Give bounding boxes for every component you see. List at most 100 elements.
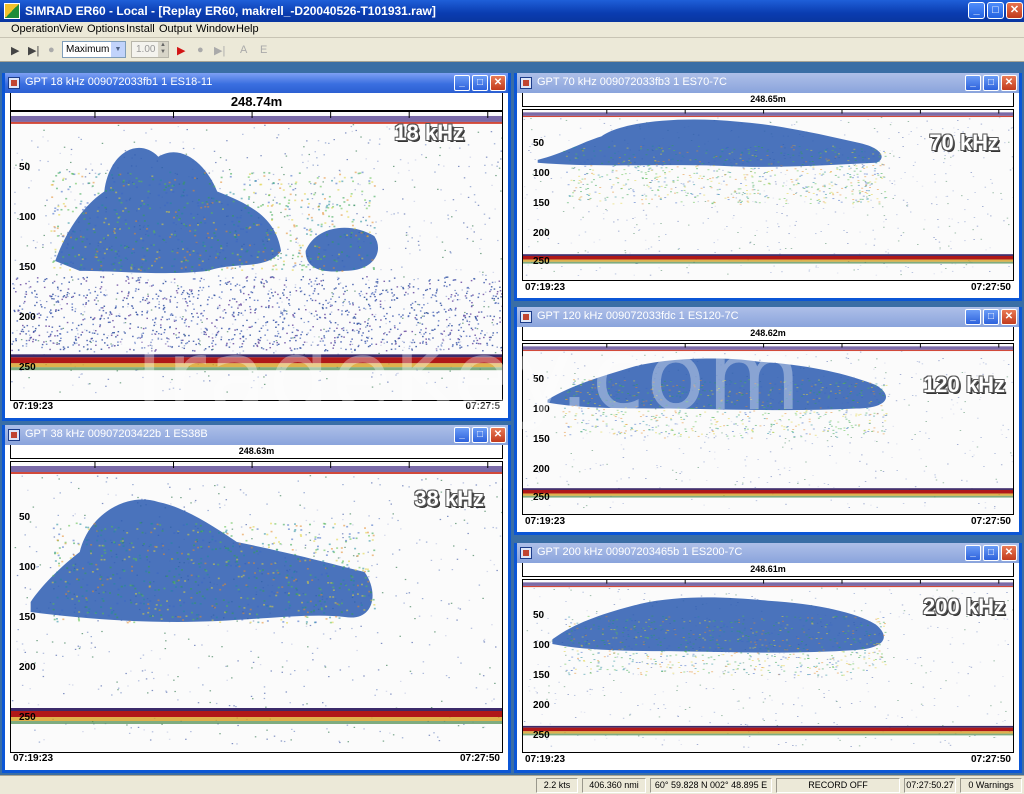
menu-bar: Operation View Options Install Output Wi… xyxy=(0,22,1024,38)
time-start: 07:19:23 xyxy=(525,282,566,293)
child-title-bar[interactable]: GPT 38 kHz 00907203422b 1 ES38B _ □ ✕ xyxy=(5,425,508,445)
menu-view[interactable]: View xyxy=(59,23,83,35)
depth-tick: 200 xyxy=(533,464,550,475)
echogram-window-icon xyxy=(8,429,20,441)
depth-tick: 100 xyxy=(19,212,36,223)
depth-tick: 250 xyxy=(533,492,550,503)
echogram-window-70khz[interactable]: GPT 70 kHz 009072033fb3 1 ES70-7C _ □ ✕ … xyxy=(514,73,1022,301)
depth-tick: 200 xyxy=(19,312,36,323)
echogram-window-icon xyxy=(8,77,20,89)
minimize-button[interactable]: _ xyxy=(454,75,470,91)
replay-step-spinner[interactable]: 1.00 ▲ ▼ xyxy=(131,41,169,58)
echogram-canvas[interactable]: 50 100 150 200 250 38 kHz xyxy=(10,461,503,753)
close-button[interactable]: ✕ xyxy=(1001,545,1017,561)
time-start: 07:19:23 xyxy=(525,516,566,527)
maximize-button[interactable]: □ xyxy=(983,545,999,561)
replay-speed-value: Maximum xyxy=(66,44,110,55)
echogram-window-38khz[interactable]: GPT 38 kHz 00907203422b 1 ES38B _ □ ✕ 24… xyxy=(2,425,511,773)
time-axis: 07:19:23 07:27:50 xyxy=(522,282,1014,296)
close-button[interactable]: ✕ xyxy=(1001,75,1017,91)
menu-options[interactable]: Options xyxy=(87,23,125,35)
range-display: 248.74m xyxy=(10,93,503,111)
depth-tick: 250 xyxy=(533,730,550,741)
record-play-icon[interactable]: ▶ xyxy=(177,44,185,57)
depth-tick: 150 xyxy=(533,670,550,681)
depth-tick: 100 xyxy=(19,562,36,573)
step-icon[interactable]: ▶| xyxy=(28,44,39,57)
app-title-bar[interactable]: SIMRAD ER60 - Local - [Replay ER60, makr… xyxy=(0,0,1024,22)
depth-tick: 150 xyxy=(533,198,550,209)
maximize-button[interactable]: □ xyxy=(472,75,488,91)
depth-tick: 50 xyxy=(19,512,31,523)
window-title: GPT 18 kHz 009072033fb1 1 ES18-11 xyxy=(25,76,213,88)
menu-window[interactable]: Window xyxy=(196,23,235,35)
echogram-canvas[interactable]: 50 100 150 200 250 200 kHz xyxy=(522,579,1014,753)
depth-tick: 150 xyxy=(19,262,36,273)
minimize-button[interactable]: _ xyxy=(454,427,470,443)
maximize-button[interactable]: □ xyxy=(983,75,999,91)
record-step-icon[interactable]: ▶| xyxy=(214,44,225,57)
depth-tick: 250 xyxy=(533,256,550,267)
echogram-window-120khz[interactable]: GPT 120 kHz 009072033fdc 1 ES120-7C _ □ … xyxy=(514,307,1022,535)
menu-help[interactable]: Help xyxy=(236,23,259,35)
time-start: 07:19:23 xyxy=(13,753,54,764)
spin-arrows-icon: ▲ ▼ xyxy=(158,42,168,57)
annotation-a-button[interactable]: A xyxy=(240,44,247,56)
menu-install[interactable]: Install xyxy=(126,23,155,35)
window-title: GPT 38 kHz 00907203422b 1 ES38B xyxy=(25,428,208,440)
maximize-button[interactable]: □ xyxy=(983,309,999,325)
menu-operation[interactable]: Operation xyxy=(11,23,59,35)
child-title-bar[interactable]: GPT 200 kHz 00907203465b 1 ES200-7C _ □ … xyxy=(517,543,1019,563)
time-end: 07:27:50 xyxy=(970,516,1011,527)
app-title: SIMRAD ER60 - Local - [Replay ER60, makr… xyxy=(25,4,436,18)
minimize-button[interactable]: _ xyxy=(965,309,981,325)
depth-tick: 150 xyxy=(533,434,550,445)
menu-output[interactable]: Output xyxy=(159,23,192,35)
minimize-button[interactable]: _ xyxy=(965,545,981,561)
status-warnings[interactable]: 0 Warnings xyxy=(960,778,1022,793)
toolbar: ▶ ▶| ● Maximum ▼ 1.00 ▲ ▼ ▶ ● ▶| A E xyxy=(0,38,1024,62)
frequency-label: 18 kHz xyxy=(394,120,464,145)
echogram-window-icon xyxy=(520,77,532,89)
echogram-window-18khz[interactable]: GPT 18 kHz 009072033fb1 1 ES18-11 _ □ ✕ … xyxy=(2,73,511,421)
depth-tick: 100 xyxy=(533,640,550,651)
depth-tick: 250 xyxy=(19,362,36,373)
child-title-bar[interactable]: GPT 120 kHz 009072033fdc 1 ES120-7C _ □ … xyxy=(517,307,1019,327)
app-minimize-button[interactable]: _ xyxy=(968,2,985,19)
time-axis: 07:19:23 07:27:50 xyxy=(522,516,1014,530)
depth-tick: 50 xyxy=(533,374,545,385)
echogram-canvas[interactable]: 50 100 150 200 250 70 kHz xyxy=(522,109,1014,281)
child-title-bar[interactable]: GPT 70 kHz 009072033fb3 1 ES70-7C _ □ ✕ xyxy=(517,73,1019,93)
frequency-label: 70 kHz xyxy=(929,130,999,155)
status-distance: 406.360 nmi xyxy=(582,778,646,793)
echogram-canvas[interactable]: 50 100 150 200 250 120 kHz xyxy=(522,343,1014,515)
window-title: GPT 70 kHz 009072033fb3 1 ES70-7C xyxy=(537,76,727,88)
status-position: 60° 59.828 N 002° 48.895 E xyxy=(650,778,772,793)
depth-tick: 200 xyxy=(533,700,550,711)
play-icon[interactable]: ▶ xyxy=(11,44,19,57)
close-button[interactable]: ✕ xyxy=(490,427,506,443)
close-button[interactable]: ✕ xyxy=(490,75,506,91)
status-speed: 2.2 kts xyxy=(536,778,578,793)
stop-icon[interactable]: ● xyxy=(48,44,55,56)
window-title: GPT 200 kHz 00907203465b 1 ES200-7C xyxy=(537,546,743,558)
status-bar: 2.2 kts 406.360 nmi 60° 59.828 N 002° 48… xyxy=(0,775,1024,794)
time-start: 07:19:23 xyxy=(525,754,566,765)
status-time: 07:27:50.27 xyxy=(904,778,956,793)
echogram-window-200khz[interactable]: GPT 200 kHz 00907203465b 1 ES200-7C _ □ … xyxy=(514,543,1022,773)
record-dot-icon[interactable]: ● xyxy=(197,44,204,56)
depth-tick: 250 xyxy=(19,712,36,723)
app-close-button[interactable]: ✕ xyxy=(1006,2,1023,19)
child-title-bar[interactable]: GPT 18 kHz 009072033fb1 1 ES18-11 _ □ ✕ xyxy=(5,73,508,93)
annotation-e-button[interactable]: E xyxy=(260,44,267,56)
app-maximize-button[interactable]: □ xyxy=(987,2,1004,19)
close-button[interactable]: ✕ xyxy=(1001,309,1017,325)
maximize-button[interactable]: □ xyxy=(472,427,488,443)
depth-tick: 50 xyxy=(533,610,545,621)
time-end: 07:27:50 xyxy=(970,282,1011,293)
frequency-label: 38 kHz xyxy=(414,486,484,511)
minimize-button[interactable]: _ xyxy=(965,75,981,91)
replay-speed-select[interactable]: Maximum ▼ xyxy=(62,41,126,58)
echogram-canvas[interactable]: 50 100 150 200 250 18 kHz xyxy=(10,111,503,401)
frequency-label: 200 kHz xyxy=(923,594,1005,619)
